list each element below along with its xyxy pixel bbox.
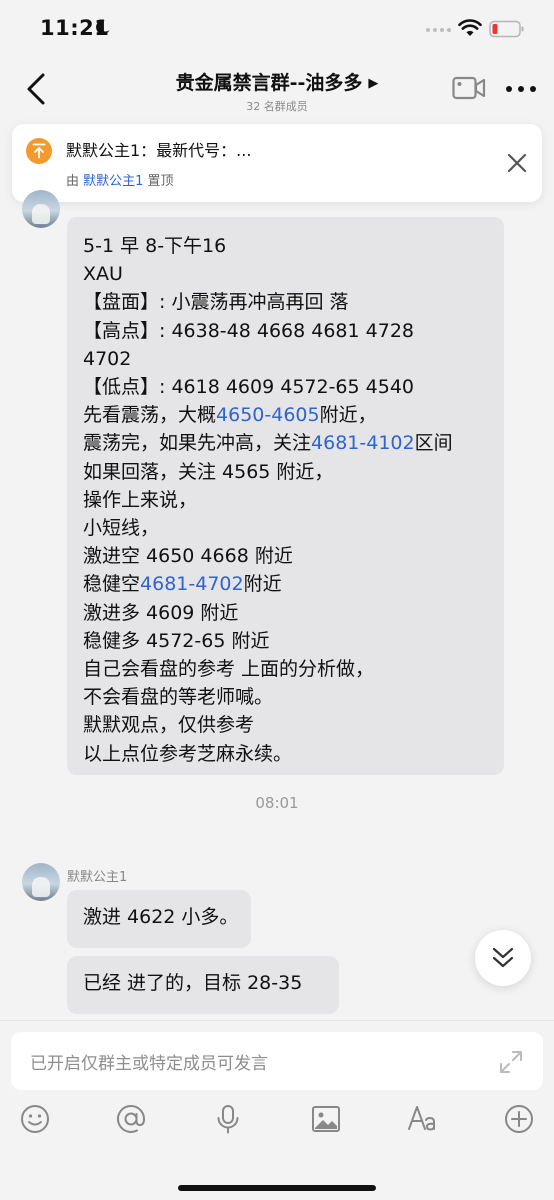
number-link[interactable]: 4681-4102: [311, 432, 415, 454]
chat-title[interactable]: 贵金属禁言群--油多多: [176, 72, 363, 94]
message-text: 区间: [414, 432, 453, 455]
message-line: 激进空 4650 4668 附近: [83, 542, 488, 570]
message-line: 【高点】: 4638-48 4668 4681 4728: [83, 317, 488, 345]
message-text: 稳健空: [83, 573, 141, 596]
message-input[interactable]: 已开启仅群主或特定成员可发言: [11, 1032, 543, 1090]
message-line: 自己会看盘的参考 上面的分析做，: [83, 655, 488, 683]
time-divider: 08:01: [255, 794, 299, 812]
message-text: 激进空 4650 4668 附近: [83, 545, 293, 568]
home-indicator: [178, 1185, 376, 1191]
message-text: 操作上来说，: [83, 488, 198, 511]
message-line: 先看震荡，大概4650-4605附近，: [83, 401, 488, 429]
close-icon[interactable]: [506, 152, 528, 174]
number-link[interactable]: 4681-4702: [140, 573, 244, 595]
input-placeholder: 已开启仅群主或特定成员可发言: [30, 1054, 268, 1074]
message-text: 小短线，: [83, 517, 160, 540]
pinned-by: 由 默默公主1 置顶: [66, 170, 174, 189]
message-text: 如果回落，关注 4565 附近，: [83, 460, 334, 483]
message-line: 5-1 早 8-下午16: [83, 232, 488, 260]
pinned-by-prefix: 由: [66, 174, 84, 189]
nav-bar: 贵金属禁言群--油多多 ▶ 32 名群成员: [0, 60, 554, 118]
signal-icon: [426, 28, 451, 32]
message-text: 【高点】: 4638-48 4668 4681 4728: [83, 319, 415, 342]
message-line: 震荡完，如果先冲高，关注4681-4102区间: [83, 429, 488, 457]
message-line: 小短线，: [83, 514, 488, 542]
number-link[interactable]: 4650-4605: [216, 404, 320, 426]
message-line: 【盘面】: 小震荡再冲高再回 落: [83, 288, 488, 316]
message-text: 已经 进了的，目标 28-35: [83, 972, 303, 994]
battery-icon: [489, 20, 524, 38]
pinned-message-banner[interactable]: 默默公主1：最新代号：... 由 默默公主1 置顶: [12, 124, 542, 202]
video-call-icon[interactable]: [452, 74, 486, 102]
message-text: 自己会看盘的参考 上面的分析做，: [83, 658, 375, 681]
plus-icon[interactable]: [503, 1103, 535, 1135]
message-text: 以上点位参考芝麻永续。: [83, 742, 293, 765]
message-text: 4702: [83, 347, 132, 370]
moon-icon: [96, 20, 110, 35]
more-icon[interactable]: [505, 84, 537, 94]
scroll-down-icon: [492, 947, 514, 968]
input-area: 已开启仅群主或特定成员可发言: [0, 1020, 554, 1200]
message-line: 操作上来说，: [83, 486, 488, 514]
font-icon[interactable]: [406, 1103, 440, 1135]
message-line: 稳健空4681-4702附近: [83, 570, 488, 598]
pinned-by-user-link[interactable]: 默默公主1: [83, 174, 143, 189]
avatar[interactable]: [22, 863, 60, 901]
message-line: XAU: [83, 260, 488, 288]
image-icon[interactable]: [310, 1103, 342, 1135]
message-text: 附近，: [319, 404, 377, 427]
scroll-down-button[interactable]: [475, 930, 531, 986]
message-text: 震荡完，如果先冲高，关注: [83, 432, 312, 455]
emoji-icon[interactable]: [19, 1103, 51, 1135]
message-bubble[interactable]: 5-1 早 8-下午16 XAU 【盘面】: 小震荡再冲高再回 落【高点】: 463…: [67, 217, 504, 775]
message-text: XAU: [83, 263, 123, 286]
message-bubble[interactable]: 激进 4622 小多。: [67, 890, 251, 948]
mention-icon[interactable]: [115, 1103, 147, 1135]
pinned-message-text: 默默公主1：最新代号：...: [66, 141, 252, 160]
wifi-icon: [458, 19, 482, 36]
toolbar: [0, 1103, 554, 1143]
message-line: 如果回落，关注 4565 附近，: [83, 458, 488, 486]
message-text: 5-1 早 8-下午16: [83, 235, 227, 257]
message-text: 先看震荡，大概: [83, 404, 217, 427]
title-arrow-icon[interactable]: ▶: [368, 76, 378, 91]
message-text: 激进 4622 小多。: [83, 906, 239, 928]
message-line: 稳健多 4572-65 附近: [83, 627, 488, 655]
message-line: 以上点位参考芝麻永续。: [83, 740, 488, 768]
message-text: 【低点】: 4618 4609 4572-65 4540: [83, 376, 415, 399]
message-bubble[interactable]: 已经 进了的，目标 28-35: [67, 956, 339, 1014]
message-text: 【盘面】: 小震荡再冲高再回 落: [83, 291, 349, 314]
message-text: 附近: [243, 573, 282, 596]
pin-icon: [26, 138, 52, 164]
message-text: 不会看盘的等老师喊。: [83, 686, 274, 709]
message-line: 默默观点，仅供参考: [83, 711, 488, 739]
message-line: 不会看盘的等老师喊。: [83, 683, 488, 711]
message-line: 激进多 4609 附近: [83, 599, 488, 627]
message-line: 【低点】: 4618 4609 4572-65 4540: [83, 373, 488, 401]
avatar[interactable]: [22, 190, 60, 228]
message-text: 稳健多 4572-65 附近: [83, 629, 270, 652]
pinned-by-suffix: 置顶: [143, 174, 174, 189]
expand-icon[interactable]: [498, 1049, 524, 1075]
status-bar: 11:21: [0, 0, 554, 60]
message-line: 4702: [83, 345, 488, 373]
microphone-icon[interactable]: [212, 1103, 244, 1135]
message-text: 激进多 4609 附近: [83, 601, 239, 624]
sender-name: 默默公主1: [67, 870, 128, 885]
message-text: 默默观点，仅供参考: [83, 714, 255, 737]
